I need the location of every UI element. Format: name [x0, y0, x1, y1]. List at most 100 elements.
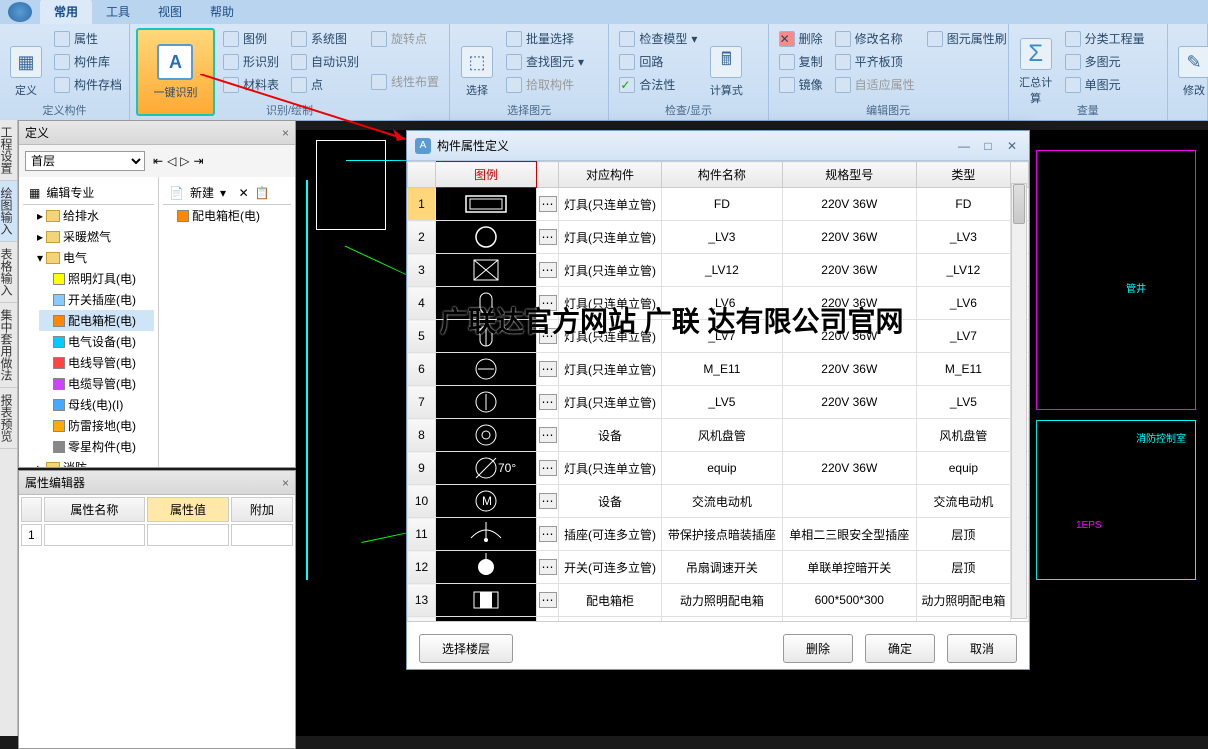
type-cell[interactable]: FD	[916, 188, 1010, 221]
tree-leaf[interactable]: 照明灯具(电)	[39, 268, 154, 289]
table-row[interactable]: 12 ⋯ 开关(可连多立管) 吊扇调速开关 单联单控暗开关 层顶 层	[408, 551, 1029, 584]
btn-lib[interactable]: 构件库	[50, 51, 126, 72]
browse-button[interactable]: ⋯	[537, 419, 559, 452]
tool-icon[interactable]: 📋	[255, 186, 270, 200]
close-icon[interactable]: ✕	[1003, 139, 1021, 153]
browse-button[interactable]: ⋯	[537, 518, 559, 551]
prop-cell[interactable]	[147, 524, 229, 546]
tool-icon[interactable]: ✕	[239, 186, 249, 200]
browse-button[interactable]: ⋯	[537, 188, 559, 221]
browse-button[interactable]: ⋯	[537, 584, 559, 617]
btn-rotate[interactable]: 旋转点	[367, 28, 443, 49]
comp-cell[interactable]: 设备	[559, 485, 662, 518]
btn-legend[interactable]: 图例	[219, 28, 283, 49]
table-row[interactable]: 11 ⋯ 插座(可连多立管) 带保护接点暗装插座 单相二三眼安全型插座 层顶 层	[408, 518, 1029, 551]
col-legend[interactable]: 图例	[436, 162, 537, 188]
browse-button[interactable]: ⋯	[537, 551, 559, 584]
spec-cell[interactable]: 220V 36W	[782, 386, 916, 419]
btn-mirror[interactable]: 镜像	[775, 74, 827, 95]
row-number[interactable]: 4	[408, 287, 436, 320]
spec-cell[interactable]: 220V 36W	[782, 320, 916, 353]
symbol-cell[interactable]	[436, 221, 537, 254]
nav-next-icon[interactable]: ▷	[180, 154, 189, 168]
name-cell[interactable]: M_E11	[662, 353, 783, 386]
floor-select[interactable]: 首层	[25, 151, 145, 171]
comp-cell[interactable]: 灯具(只连单立管)	[559, 254, 662, 287]
btn-single[interactable]: 单图元	[1061, 74, 1149, 95]
comp-cell[interactable]: 灯具(只连单立管)	[559, 386, 662, 419]
cancel-button[interactable]: 取消	[947, 634, 1017, 663]
table-row[interactable]: 3 ⋯ 灯具(只连单立管) _LV12 220V 36W _LV12	[408, 254, 1029, 287]
spec-cell[interactable]: 220V 36W	[782, 221, 916, 254]
col-type[interactable]: 类型	[916, 162, 1010, 188]
table-row[interactable]: 14 ⋯ 配电箱柜 屏、台、箱、柜 600*500*300 屏、台、箱、柜 层	[408, 617, 1029, 622]
symbol-cell[interactable]	[436, 287, 537, 320]
col-comp[interactable]: 对应构件	[559, 162, 662, 188]
tree-toolbar-icon[interactable]: ▦	[29, 186, 40, 200]
symbol-cell[interactable]	[436, 584, 537, 617]
btn-align[interactable]: 平齐板顶	[831, 51, 919, 72]
type-cell[interactable]: 风机盘管	[916, 419, 1010, 452]
delete-button[interactable]: 删除	[783, 634, 853, 663]
btn-sysdiag[interactable]: 系统图	[287, 28, 363, 49]
browse-button[interactable]: ⋯	[537, 353, 559, 386]
row-number[interactable]: 12	[408, 551, 436, 584]
row-number[interactable]: 14	[408, 617, 436, 622]
name-cell[interactable]: 风机盘管	[662, 419, 783, 452]
tree-leaf[interactable]: 母线(电)(I)	[39, 394, 154, 415]
row-number[interactable]: 7	[408, 386, 436, 419]
tree-node[interactable]: ▸采暖燃气	[23, 226, 154, 247]
row-number[interactable]: 1	[408, 188, 436, 221]
type-cell[interactable]: 层顶	[916, 551, 1010, 584]
comp-cell[interactable]: 插座(可连多立管)	[559, 518, 662, 551]
row-number[interactable]: 11	[408, 518, 436, 551]
right-item[interactable]: 配电箱柜(电)	[163, 205, 291, 226]
type-cell[interactable]: _LV3	[916, 221, 1010, 254]
browse-button[interactable]: ⋯	[537, 320, 559, 353]
spec-cell[interactable]	[782, 419, 916, 452]
spec-cell[interactable]: 220V 36W	[782, 254, 916, 287]
comp-cell[interactable]: 开关(可连多立管)	[559, 551, 662, 584]
scrollbar-thumb[interactable]	[1013, 184, 1025, 224]
btn-shape[interactable]: 形识别	[219, 51, 283, 72]
name-cell[interactable]: 屏、台、箱、柜	[662, 617, 783, 622]
symbol-cell[interactable]	[436, 320, 537, 353]
btn-pick[interactable]: 拾取构件	[502, 74, 588, 95]
symbol-cell[interactable]: 70°	[436, 452, 537, 485]
btn-multi[interactable]: 多图元	[1061, 51, 1149, 72]
comp-cell[interactable]: 配电箱柜	[559, 617, 662, 622]
symbol-cell[interactable]	[436, 518, 537, 551]
table-row[interactable]: 4 ⋯ 灯具(只连单立管) _LV6 220V 36W _LV6	[408, 287, 1029, 320]
tree-leaf[interactable]: 开关插座(电)	[39, 289, 154, 310]
rail-project[interactable]: 工程设置	[0, 120, 17, 181]
type-cell[interactable]: _LV12	[916, 254, 1010, 287]
symbol-cell[interactable]	[436, 254, 537, 287]
spec-cell[interactable]	[782, 485, 916, 518]
name-cell[interactable]: 交流电动机	[662, 485, 783, 518]
name-cell[interactable]: 带保护接点暗装插座	[662, 518, 783, 551]
close-icon[interactable]: ×	[282, 126, 289, 140]
tree-node[interactable]: ▸消防	[23, 457, 154, 467]
col-spec[interactable]: 规格型号	[782, 162, 916, 188]
spec-cell[interactable]: 单相二三眼安全型插座	[782, 518, 916, 551]
row-number[interactable]: 13	[408, 584, 436, 617]
prop-cell[interactable]	[44, 524, 145, 546]
row-number[interactable]: 8	[408, 419, 436, 452]
tab-tools[interactable]: 工具	[92, 0, 144, 24]
btn-brush[interactable]: 图元属性刷	[923, 28, 1011, 49]
browse-button[interactable]: ⋯	[537, 287, 559, 320]
comp-cell[interactable]: 灯具(只连单立管)	[559, 287, 662, 320]
btn-props[interactable]: 属性	[50, 28, 126, 49]
new-button[interactable]: 新建	[190, 184, 214, 201]
btn-auto[interactable]: 自动识别	[287, 51, 363, 72]
new-icon[interactable]: 📄	[169, 186, 184, 200]
symbol-cell[interactable]	[436, 386, 537, 419]
spec-cell[interactable]: 单联单控暗开关	[782, 551, 916, 584]
tab-common[interactable]: 常用	[40, 0, 92, 24]
tab-view[interactable]: 视图	[144, 0, 196, 24]
name-cell[interactable]: _LV12	[662, 254, 783, 287]
tree-leaf[interactable]: 电缆导管(电)	[39, 373, 154, 394]
type-cell[interactable]: 层顶	[916, 518, 1010, 551]
row-number[interactable]: 6	[408, 353, 436, 386]
btn-copy[interactable]: 复制	[775, 51, 827, 72]
